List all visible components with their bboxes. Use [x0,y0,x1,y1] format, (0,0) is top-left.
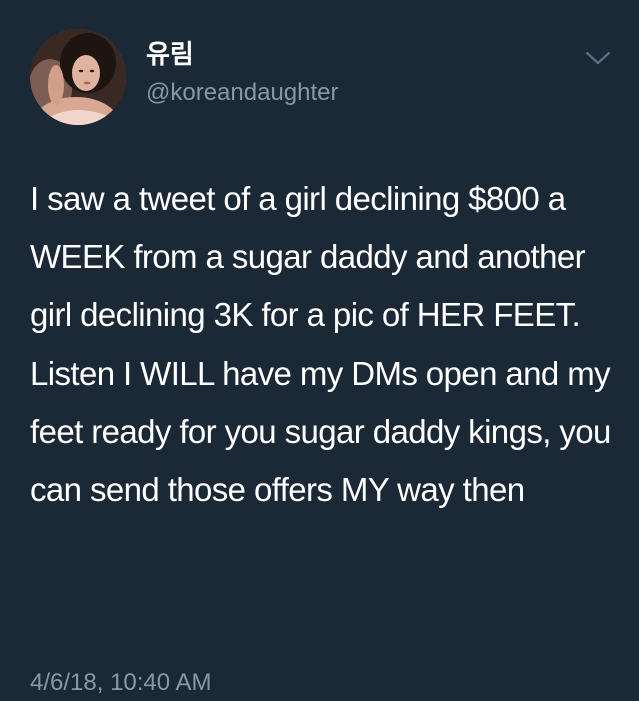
tweet-text: I saw a tweet of a girl declining $800 a… [30,180,611,509]
chevron-down-icon[interactable] [585,48,611,68]
avatar[interactable] [30,29,126,125]
tweet-card: 유림 @koreandaughter I saw a tweet of a gi… [0,0,639,701]
display-name[interactable]: 유림 [146,40,194,70]
tweet-timestamp[interactable]: 4/6/18, 10:40 AM [30,668,211,698]
avatar-photo [30,29,126,125]
user-handle[interactable]: @koreandaughter [146,79,339,107]
